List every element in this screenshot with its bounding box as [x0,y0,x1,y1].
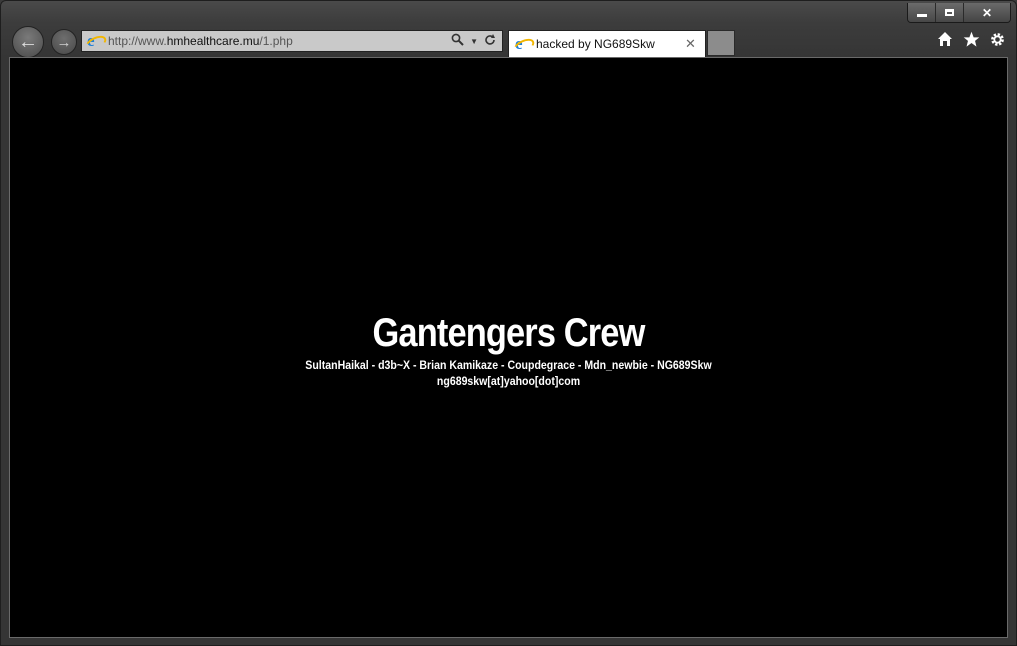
url-path: /1.php [259,34,293,48]
star-icon[interactable] [962,31,980,49]
browser-window: ✕ ← → e http://www.hmhealthcare.mu/1.php… [0,0,1017,646]
search-icon[interactable] [451,33,464,49]
contact-email: ng689skw[at]yahoo[dot]com [436,374,581,388]
minimize-button[interactable] [908,3,935,22]
minimize-icon [916,14,927,17]
url-domain: hmhealthcare.mu [166,34,260,48]
maximize-icon [945,9,954,16]
address-bar[interactable]: e http://www.hmhealthcare.mu/1.php ▼ [81,30,503,54]
ie-page-icon: e [83,31,109,54]
forward-button[interactable]: → [51,29,77,55]
address-url[interactable]: http://www.hmhealthcare.mu/1.php [108,34,451,48]
toolbar-right [936,31,1006,49]
ie-tab-icon: e [511,34,537,57]
new-tab-button[interactable] [707,30,735,56]
page-content: Gantengers Crew SultanHaikal - d3b~X - B… [9,57,1008,638]
window-caption-buttons: ✕ [907,3,1011,23]
address-tools: ▼ [451,33,496,49]
home-icon[interactable] [936,31,954,49]
url-prefix: http://www. [108,34,167,48]
dropdown-arrow-icon[interactable]: ▼ [470,37,478,46]
back-button[interactable]: ← [12,26,44,58]
refresh-icon[interactable] [484,33,496,49]
back-arrow-icon: ← [18,30,38,53]
crew-members: SultanHaikal - d3b~X - Brian Kamikaze - … [305,358,712,372]
tab-title: hacked by NG689Skw [536,37,655,51]
tab-close-icon[interactable]: ✕ [685,36,699,52]
forward-arrow-icon: → [56,33,72,51]
gear-icon[interactable] [988,31,1006,49]
page-headline: Gantengers Crew [372,311,646,355]
close-window-button[interactable]: ✕ [963,3,1010,22]
tab-active[interactable]: e hacked by NG689Skw ✕ [508,30,706,57]
close-icon: ✕ [981,5,993,20]
maximize-button[interactable] [935,3,963,22]
